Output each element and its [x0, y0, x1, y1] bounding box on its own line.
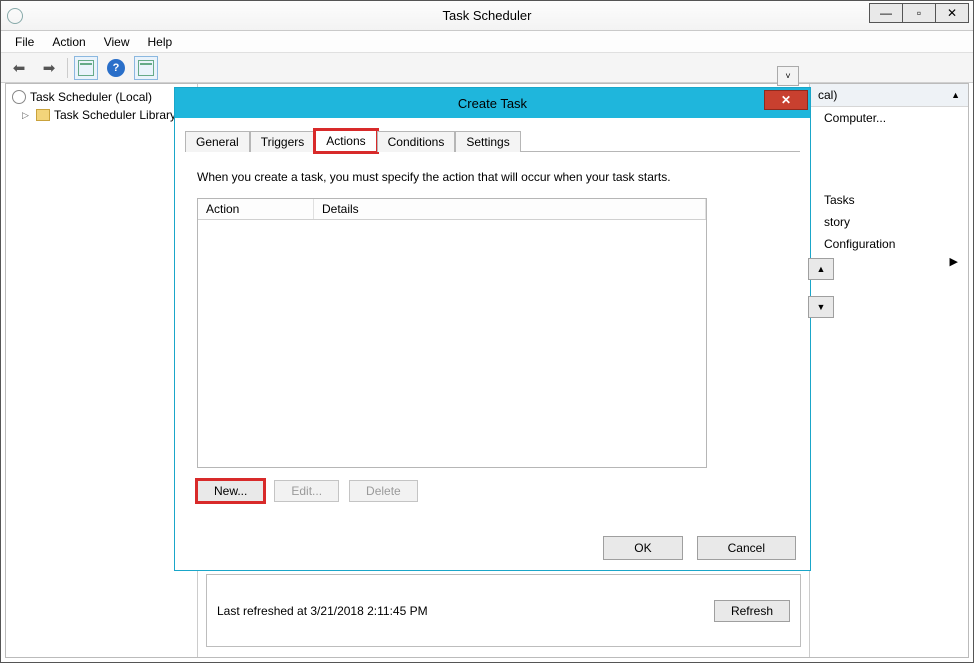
action-running-tasks[interactable]: Tasks [810, 189, 968, 211]
tab-general[interactable]: General [185, 131, 250, 152]
menu-action[interactable]: Action [44, 33, 93, 51]
tab-conditions[interactable]: Conditions [377, 131, 456, 152]
close-button[interactable]: ✕ [935, 3, 969, 23]
toolbar: ⬅ ➡ ? [1, 53, 973, 83]
panel2-icon [138, 60, 154, 76]
move-down-button[interactable]: ▼ [808, 296, 834, 318]
dialog-footer: OK Cancel [603, 536, 796, 560]
refresh-button[interactable]: Refresh [714, 600, 790, 622]
reorder-buttons: ▲ ▼ [808, 258, 834, 318]
window-title: Task Scheduler [1, 8, 973, 23]
list-header: Action Details [198, 199, 706, 220]
forward-button[interactable]: ➡ [37, 56, 61, 80]
toolbar-separator [67, 58, 68, 78]
expand-icon[interactable]: ▷ [22, 110, 32, 121]
scheduler-icon [12, 90, 26, 104]
back-button[interactable]: ⬅ [7, 56, 31, 80]
menu-view[interactable]: View [96, 33, 138, 51]
menu-file[interactable]: File [7, 33, 42, 51]
column-details[interactable]: Details [314, 199, 706, 219]
actions-pane: cal) ▲ Computer... Tasks story Configura… [810, 84, 968, 657]
action-history[interactable]: story [810, 211, 968, 233]
move-up-button[interactable]: ▲ [808, 258, 834, 280]
tree-library[interactable]: ▷ Task Scheduler Library [8, 106, 195, 124]
cancel-button[interactable]: Cancel [697, 536, 796, 560]
main-titlebar: Task Scheduler — ▫ ✕ [1, 1, 973, 31]
dialog-close-button[interactable]: ✕ [764, 90, 808, 110]
question-icon: ? [107, 59, 125, 77]
dialog-title: Create Task [175, 96, 810, 111]
tree-root[interactable]: Task Scheduler (Local) [8, 88, 195, 106]
instruction-text: When you create a task, you must specify… [197, 170, 788, 184]
collapse-icon[interactable]: ▲ [951, 90, 960, 100]
new-button[interactable]: New... [197, 480, 264, 502]
menubar: File Action View Help [1, 31, 973, 53]
action-connect-computer[interactable]: Computer... [810, 107, 968, 129]
status-box: Last refreshed at 3/21/2018 2:11:45 PM R… [206, 574, 801, 647]
tab-strip: General Triggers Actions Conditions Sett… [185, 128, 800, 152]
tab-triggers[interactable]: Triggers [250, 131, 316, 152]
menu-help[interactable]: Help [140, 33, 181, 51]
window-controls: — ▫ ✕ [870, 3, 969, 23]
create-task-dialog: Create Task ✕ General Triggers Actions C… [174, 87, 811, 571]
show-hide-actions-button[interactable] [134, 56, 158, 80]
edit-button: Edit... [274, 480, 339, 502]
tree-library-label: Task Scheduler Library [54, 108, 176, 122]
actions-list[interactable]: Action Details [197, 198, 707, 468]
actions-pane-header-label: cal) [818, 88, 837, 102]
tree-root-label: Task Scheduler (Local) [30, 90, 152, 104]
delete-button: Delete [349, 480, 418, 502]
panel-icon [78, 60, 94, 76]
clock-icon [7, 8, 23, 24]
folder-icon [36, 109, 50, 121]
dialog-body: General Triggers Actions Conditions Sett… [185, 128, 800, 522]
actions-pane-header: cal) ▲ [810, 84, 968, 107]
arrow-left-icon: ⬅ [13, 59, 26, 77]
crud-buttons: New... Edit... Delete [197, 480, 788, 502]
actions-tab-panel: When you create a task, you must specify… [185, 152, 800, 514]
maximize-button[interactable]: ▫ [902, 3, 936, 23]
pane-spacer [810, 129, 968, 189]
action-configuration[interactable]: Configuration [810, 233, 968, 255]
show-hide-tree-button[interactable] [74, 56, 98, 80]
tab-actions[interactable]: Actions [315, 130, 376, 152]
help-button[interactable]: ? [104, 56, 128, 80]
arrow-right-icon: ➡ [43, 59, 56, 77]
tab-settings[interactable]: Settings [455, 131, 520, 152]
dialog-titlebar[interactable]: Create Task ✕ [175, 88, 810, 118]
dropdown-chevron[interactable]: ˅ [777, 66, 799, 86]
minimize-button[interactable]: — [869, 3, 903, 23]
last-refreshed-label: Last refreshed at 3/21/2018 2:11:45 PM [217, 604, 428, 618]
navigation-tree[interactable]: Task Scheduler (Local) ▷ Task Scheduler … [6, 84, 198, 657]
ok-button[interactable]: OK [603, 536, 682, 560]
column-action[interactable]: Action [198, 199, 314, 219]
